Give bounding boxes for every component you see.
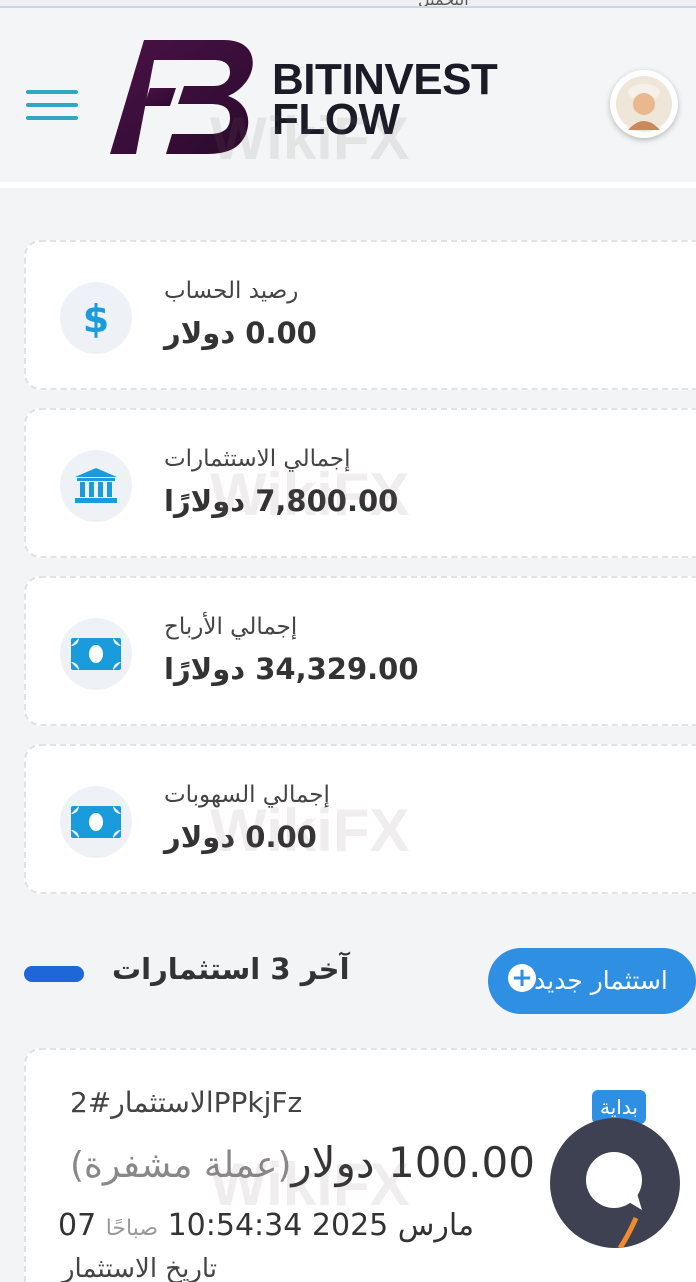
stat-label: إجمالي السهوبات [164,782,330,808]
date-suffix: صباحًا [105,1216,159,1241]
new-investment-button[interactable]: + استثمار جديد [488,948,696,1014]
avatar[interactable] [610,70,678,138]
plus-icon: + [508,964,536,992]
svg-text:$: $ [83,298,109,338]
user-avatar-icon [616,76,672,132]
stat-label: رصيد الحساب [164,278,299,304]
stat-card-investments: إجمالي الاستثمارات 7,800.00 دولارًا [24,408,696,558]
investment-date-label: تاريخ الاستثمار [62,1254,218,1282]
menu-icon-line [26,116,78,120]
section-title: آخر 3 استثمارات [112,952,350,986]
stat-label: إجمالي الاستثمارات [164,446,351,472]
dollar-icon: $ [83,298,109,338]
stat-icon-circle [60,786,132,858]
money-bill-icon [71,806,121,838]
new-investment-label: استثمار جديد [534,966,668,995]
stat-icon-circle [60,618,132,690]
chat-button[interactable] [550,1118,680,1250]
stat-card-profits: إجمالي الأرباح 34,329.00 دولارًا [24,576,696,726]
stat-value: 0.00 دولار [164,316,317,350]
currency-note: (عملة مشفرة) [70,1145,292,1186]
stat-icon-circle [60,450,132,522]
stat-card-balance: $ رصيد الحساب 0.00 دولار [24,240,696,390]
top-strip: التحميل [0,0,696,8]
brand-line-2: FLOW [272,95,400,144]
investment-amount: 100.00 دولار(عملة مشفرة) [70,1138,535,1187]
stat-value: 7,800.00 دولارًا [164,484,399,518]
chat-icon [586,1152,642,1250]
stat-value: 0.00 دولار [164,820,317,854]
menu-icon-line [26,103,78,107]
brand-line-1: BITINVEST [272,55,498,104]
amount-value: 100.00 دولار [291,1138,535,1187]
app-header: BITINVEST FLOW [0,8,696,188]
brand-name: BITINVEST FLOW [272,55,498,144]
section-accent-bar [24,966,84,982]
bank-icon [75,468,117,503]
stat-label: إجمالي الأرباح [164,614,298,640]
brand-logo-icon [110,40,253,154]
menu-button[interactable] [26,90,78,124]
stat-icon-circle: $ [60,282,132,354]
stat-card-withdrawals: إجمالي السهوبات 0.00 دولار [24,744,696,894]
money-bill-icon [71,638,121,670]
investment-id: الاستثمار#2PPkjFz [70,1086,303,1119]
menu-icon-line [26,90,78,94]
stat-value: 34,329.00 دولارًا [164,652,419,686]
top-strip-text: التحميل [418,0,469,6]
investment-date: 07 مارس 2025 10:54:34 صباحًا [58,1208,474,1243]
